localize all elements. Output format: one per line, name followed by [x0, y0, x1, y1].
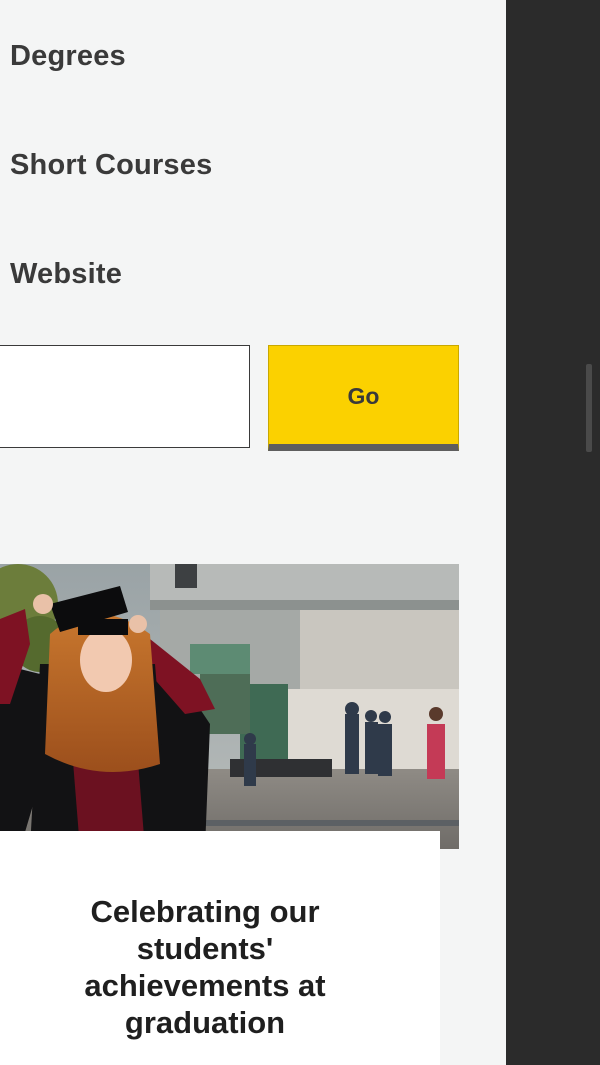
feature-title[interactable]: Celebrating our students' achievements a… — [30, 893, 380, 1041]
side-rail — [506, 0, 600, 1065]
go-button[interactable]: Go — [268, 345, 459, 451]
search-input[interactable] — [0, 345, 250, 448]
scrollbar-handle[interactable] — [586, 364, 592, 452]
feature-card[interactable]: Celebrating our students' achievements a… — [0, 831, 440, 1065]
nav-item-website[interactable]: Website — [10, 258, 122, 291]
nav-item-degrees[interactable]: Degrees — [10, 40, 126, 73]
graduation-photo[interactable] — [0, 564, 459, 849]
nav-item-short-courses[interactable]: Short Courses — [10, 149, 212, 182]
menu-panel: Degrees Short Courses Website Go Celebra… — [0, 0, 506, 1065]
